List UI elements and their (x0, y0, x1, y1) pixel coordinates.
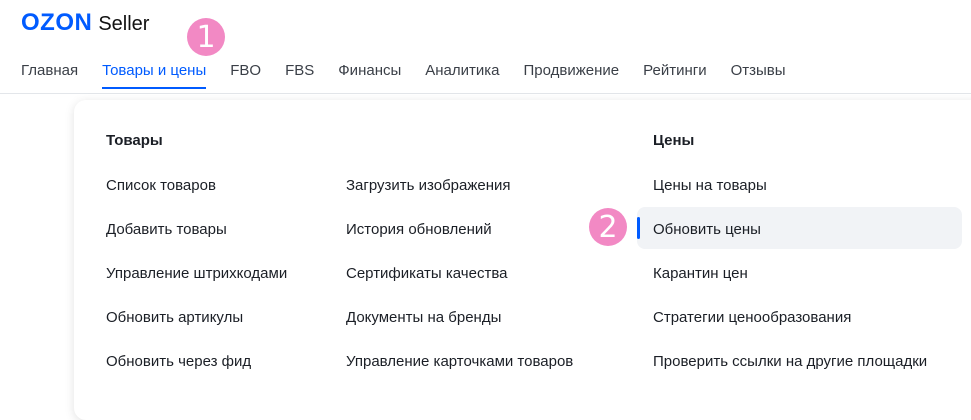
nav-item-analytics[interactable]: Аналитика (425, 62, 499, 89)
step-1-badge: 1 (187, 18, 225, 56)
nav-item-reviews[interactable]: Отзывы (731, 62, 786, 89)
menu-item-check-other-marketplace-links[interactable]: Проверить ссылки на другие площадки (653, 353, 927, 370)
prices-heading: Цены (653, 132, 695, 149)
menu-item-upload-images[interactable]: Загрузить изображения (346, 177, 511, 194)
step-2-badge: 2 (589, 208, 627, 246)
nav-item-products-prices[interactable]: Товары и цены (102, 62, 207, 89)
products-heading: Товары (106, 132, 163, 149)
main-nav: Главная Товары и цены FBO FBS Финансы Ан… (21, 62, 810, 89)
nav-item-fbo[interactable]: FBO (230, 62, 261, 89)
menu-item-manage-product-cards[interactable]: Управление карточками товаров (346, 353, 573, 370)
menu-item-add-products[interactable]: Добавить товары (106, 221, 227, 238)
menu-item-pricing-strategies[interactable]: Стратегии ценообразования (653, 309, 851, 326)
logo-product: Seller (98, 13, 150, 35)
menu-item-quality-certificates[interactable]: Сертификаты качества (346, 265, 507, 282)
menu-item-brand-documents[interactable]: Документы на бренды (346, 309, 501, 326)
menu-item-update-prices[interactable]: Обновить цены (653, 221, 761, 238)
menu-item-update-articles[interactable]: Обновить артикулы (106, 309, 243, 326)
menu-item-price-quarantine[interactable]: Карантин цен (653, 265, 748, 282)
nav-item-home[interactable]: Главная (21, 62, 78, 89)
nav-item-ratings[interactable]: Рейтинги (643, 62, 706, 89)
menu-item-product-prices[interactable]: Цены на товары (653, 177, 767, 194)
logo-brand: OZON (21, 9, 93, 36)
menu-item-barcode-management[interactable]: Управление штрихкодами (106, 265, 287, 282)
nav-item-finance[interactable]: Финансы (338, 62, 401, 89)
nav-item-fbs[interactable]: FBS (285, 62, 314, 89)
menu-item-update-via-feed[interactable]: Обновить через фид (106, 353, 251, 370)
menu-item-product-list[interactable]: Список товаров (106, 177, 216, 194)
hovered-item-indicator (637, 217, 640, 239)
products-prices-dropdown: Товары Список товаров Добавить товары Уп… (74, 100, 971, 420)
nav-divider (0, 93, 971, 94)
menu-item-update-history[interactable]: История обновлений (346, 221, 492, 238)
nav-item-promotion[interactable]: Продвижение (524, 62, 620, 89)
ozon-seller-logo[interactable]: OZON Seller (21, 9, 149, 37)
